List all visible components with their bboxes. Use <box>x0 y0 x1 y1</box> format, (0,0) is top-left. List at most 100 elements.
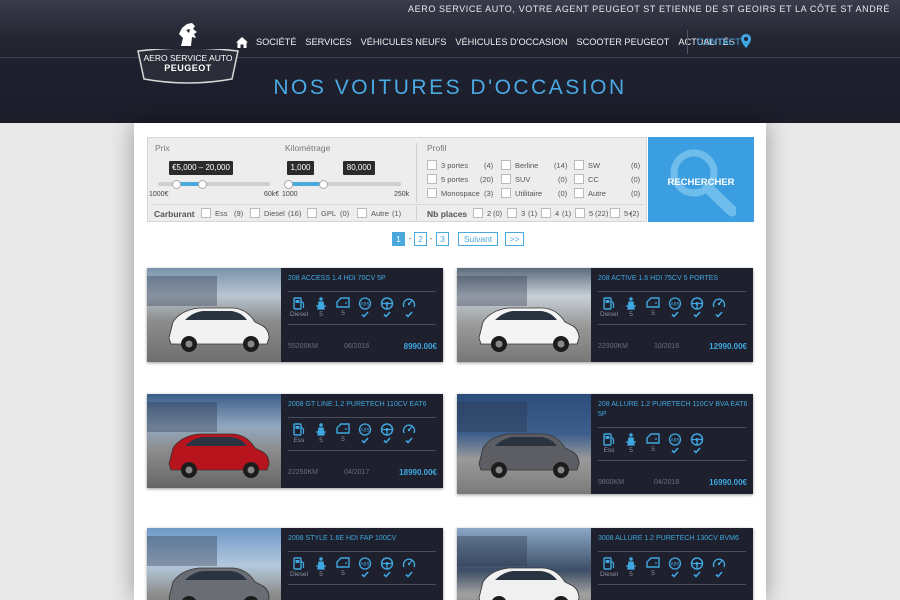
vehicle-title[interactable]: 208 ACTIVE 1.6 HDI 75CV 5 PORTES <box>598 274 748 284</box>
checkbox[interactable] <box>357 208 367 218</box>
next-page-link[interactable]: Suivant <box>458 232 498 246</box>
vehicle-card[interactable]: 208 ACTIVE 1.6 HDI 75CV 5 PORTES Diesel 5 5… <box>457 268 753 362</box>
vehicle-card[interactable]: 2008 STYLE 1.6E HDI FAP 100CV Diesel 5 5 ABS <box>147 528 443 600</box>
nav-scooter-peugeot[interactable]: SCOOTER PEUGEOT <box>576 37 669 47</box>
card-divider <box>598 427 746 428</box>
option-count: (1) <box>392 209 402 218</box>
nav-societe[interactable]: SOCIÉTÉ <box>256 37 296 47</box>
fuel-pump-icon <box>598 433 620 446</box>
nav-vehicules-neufs[interactable]: VÉHICULES NEUFS <box>361 37 447 47</box>
check-icon <box>708 571 730 578</box>
checkbox[interactable] <box>575 208 585 218</box>
vehicle-card[interactable]: 2008 GT LINE 1.2 PURETECH 110CV EAT6 Ess 5… <box>147 394 443 488</box>
carburant-option-gpl[interactable]: GPL <box>307 208 336 218</box>
peugeot-logo[interactable]: AERO SERVICE AUTO PEUGEOT <box>136 14 240 84</box>
page-1[interactable]: 1 <box>392 232 405 246</box>
km-slider-handle-max[interactable] <box>319 179 329 189</box>
vehicle-photo[interactable] <box>147 268 281 362</box>
vehicle-photo[interactable] <box>457 394 591 494</box>
vehicle-title[interactable]: 2008 GT LINE 1.2 PURETECH 110CV EAT6 <box>288 400 438 410</box>
prix-slider-handle-min[interactable] <box>172 179 182 189</box>
checkbox[interactable] <box>250 208 260 218</box>
prix-slider-handle-max[interactable] <box>197 179 207 189</box>
vehicle-title[interactable]: 208 ACCESS 1.4 HDI 70CV 5P <box>288 274 438 284</box>
vehicle-title[interactable]: 208 ALLURE 1.2 PURETECH 110CV BVA EAT6 5… <box>598 400 748 420</box>
check-icon <box>398 437 420 444</box>
svg-text:ABS: ABS <box>671 301 680 307</box>
profil-option-3-portes[interactable]: 3 portes <box>427 160 468 170</box>
profil-option-autre[interactable]: Autre <box>574 188 606 198</box>
checkbox[interactable] <box>501 188 511 198</box>
vehicle-specs: Diesel 5 5 ABS <box>598 297 730 318</box>
spec-fuel: Diesel <box>288 557 310 578</box>
option-count: (1) <box>528 209 538 218</box>
home-icon[interactable] <box>236 36 248 48</box>
nav-vehicules-occasion[interactable]: VÉHICULES D'OCCASION <box>455 37 567 47</box>
profil-option-utilitaire[interactable]: Utilitaire <box>501 188 542 198</box>
profil-option-monospace[interactable]: Monospace <box>427 188 480 198</box>
vehicle-photo[interactable] <box>457 528 591 600</box>
vehicle-photo[interactable] <box>457 268 591 362</box>
checkbox[interactable] <box>473 208 483 218</box>
card-divider <box>288 584 436 585</box>
checkbox[interactable] <box>427 188 437 198</box>
checkbox[interactable] <box>427 160 437 170</box>
search-button[interactable]: RECHERCHER <box>648 137 754 222</box>
card-divider <box>288 551 436 552</box>
card-divider <box>598 551 746 552</box>
checkbox[interactable] <box>541 208 551 218</box>
profil-option-suv[interactable]: SUV <box>501 174 530 184</box>
check-icon <box>398 571 420 578</box>
checkbox[interactable] <box>501 174 511 184</box>
profil-option-cc[interactable]: CC <box>574 174 599 184</box>
vehicle-mileage: 55200KM <box>288 343 318 350</box>
profil-option-sw[interactable]: SW <box>574 160 600 170</box>
carburant-option-diesel[interactable]: Diesel <box>250 208 285 218</box>
checkbox[interactable] <box>307 208 317 218</box>
nav-separator <box>687 30 688 54</box>
checkbox[interactable] <box>574 188 584 198</box>
option-label: Monospace <box>441 188 480 198</box>
vehicle-card[interactable]: 208 ACCESS 1.4 HDI 70CV 5P Diesel 5 5 ABS 552… <box>147 268 443 362</box>
fuel-value: Ess <box>293 437 305 444</box>
carburant-option-ess[interactable]: Ess <box>201 208 228 218</box>
vehicle-title[interactable]: 3008 ALLURE 1.2 PURETECH 130CV BVM6 <box>598 534 748 544</box>
checkbox[interactable] <box>507 208 517 218</box>
checkbox[interactable] <box>610 208 620 218</box>
checkbox[interactable] <box>574 174 584 184</box>
vehicle-photo[interactable] <box>147 394 281 488</box>
card-divider <box>598 291 746 292</box>
doors-value: 5 <box>651 446 655 453</box>
filter-divider <box>416 206 417 220</box>
places-option-2[interactable]: 2 <box>473 208 491 218</box>
checkbox[interactable] <box>427 174 437 184</box>
vehicle-card[interactable]: 3008 ALLURE 1.2 PURETECH 130CV BVM6 Diese… <box>457 528 753 600</box>
km-slider-handle-min[interactable] <box>283 179 293 189</box>
places-option-4[interactable]: 4 <box>541 208 559 218</box>
nav-services[interactable]: SERVICES <box>305 37 351 47</box>
checkbox[interactable] <box>201 208 211 218</box>
option-label: CC <box>588 174 599 184</box>
option-count: (9) <box>234 209 244 218</box>
last-page-link[interactable]: >> <box>505 232 524 246</box>
spec-abs: ABS <box>354 423 376 444</box>
profil-option-berline[interactable]: Berline <box>501 160 538 170</box>
vehicle-info: 208 ALLURE 1.2 PURETECH 110CV BVA EAT6 5… <box>591 394 753 488</box>
places-option-5[interactable]: 5 <box>575 208 593 218</box>
vehicle-photo[interactable] <box>147 528 281 600</box>
checkbox[interactable] <box>574 160 584 170</box>
map-pin-icon[interactable] <box>741 34 751 48</box>
check-icon <box>686 447 708 454</box>
page-2[interactable]: 2 <box>414 232 427 246</box>
profil-option-5-portes[interactable]: 5 portes <box>427 174 468 184</box>
vehicle-title[interactable]: 2008 STYLE 1.6E HDI FAP 100CV <box>288 534 438 544</box>
fuel-value: Diesel <box>599 571 619 578</box>
nav-contact[interactable]: CONTACT <box>697 37 741 47</box>
vehicle-card[interactable]: 208 ALLURE 1.2 PURETECH 110CV BVA EAT6 5… <box>457 394 753 494</box>
page-3[interactable]: 3 <box>436 232 449 246</box>
places-option-3[interactable]: 3 <box>507 208 525 218</box>
checkbox[interactable] <box>501 160 511 170</box>
carburant-option-autre[interactable]: Autre <box>357 208 389 218</box>
doors-value: 5 <box>651 310 655 317</box>
vehicle-date: 04/2017 <box>344 469 370 476</box>
